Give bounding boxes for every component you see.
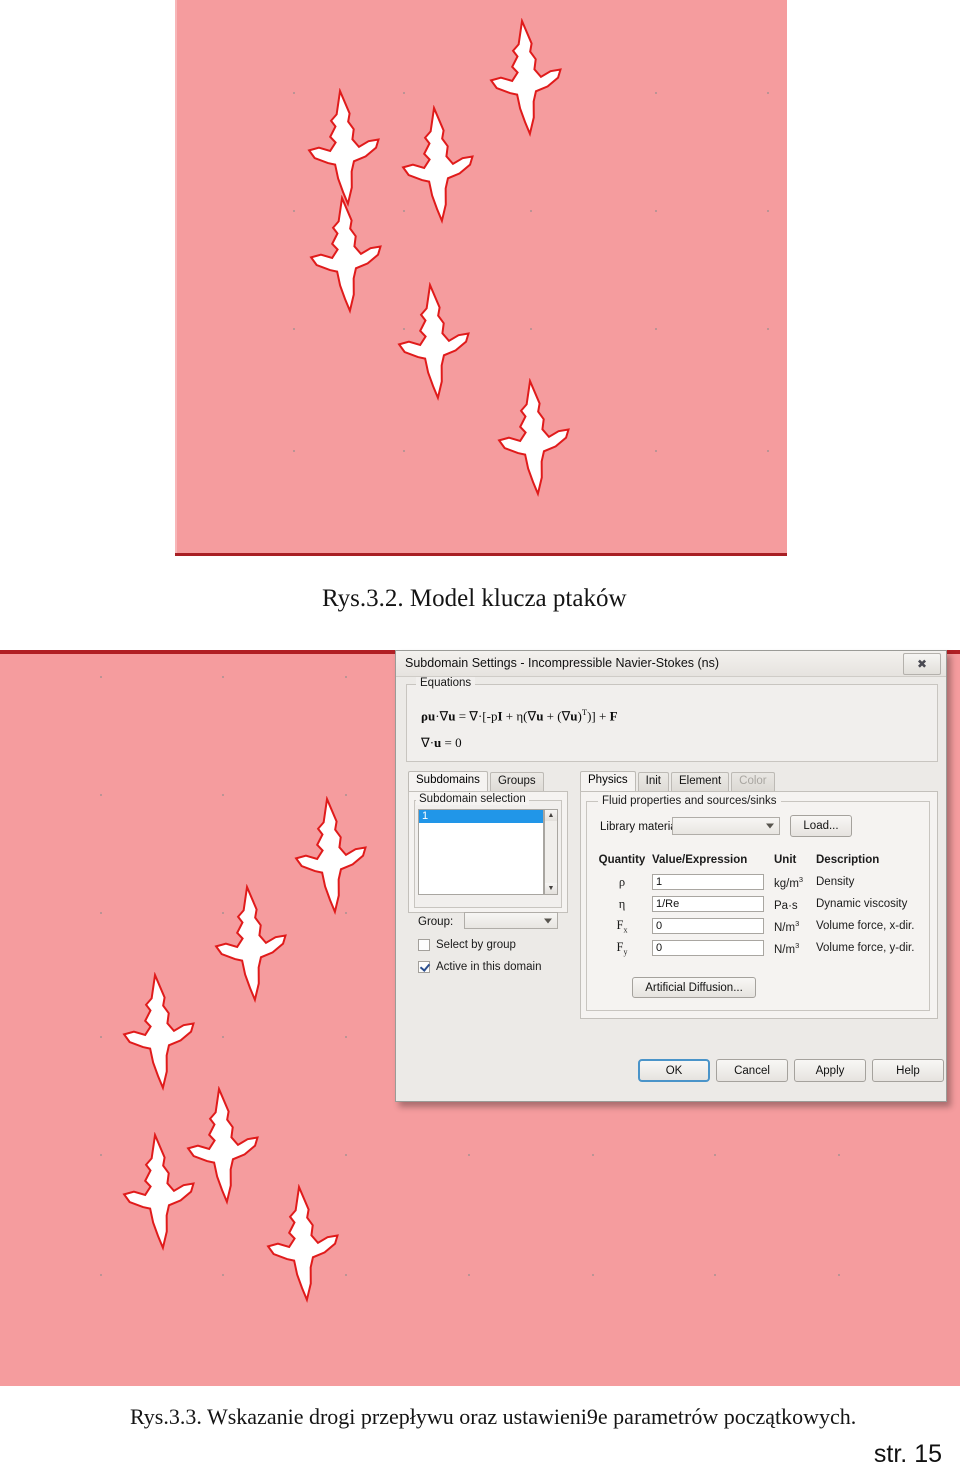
header-description: Description	[816, 854, 880, 866]
group-select[interactable]	[464, 912, 558, 929]
fluid-properties-legend: Fluid properties and sources/sinks	[598, 795, 781, 807]
table-row: ρ kg/m3 Density	[596, 871, 926, 893]
select-by-group-label: Select by group	[436, 939, 516, 951]
table-header-row: Quantity Value/Expression Unit Descripti…	[596, 849, 926, 871]
cancel-button[interactable]: Cancel	[716, 1059, 788, 1082]
subdomain-selection-legend: Subdomain selection	[416, 793, 529, 805]
bird-shape	[206, 881, 294, 1006]
library-material-label: Library material:	[600, 821, 683, 833]
header-unit: Unit	[774, 854, 797, 866]
table-row: Fy N/m3 Volume force, y-dir.	[596, 937, 926, 959]
table-row: Fx N/m3 Volume force, x-dir.	[596, 915, 926, 937]
scroll-up-icon[interactable]: ▲	[545, 810, 557, 821]
quantity-symbol: Fx	[616, 917, 628, 935]
scroll-down-icon[interactable]: ▼	[545, 883, 557, 894]
ok-button[interactable]: OK	[638, 1059, 710, 1082]
quantity-symbol: ρ	[618, 874, 626, 889]
bird-shape	[114, 969, 202, 1094]
figure-bottom-caption: Rys.3.3. Wskazanie drogi przepływu oraz …	[130, 1404, 857, 1429]
description-density: Density	[816, 876, 855, 888]
header-value: Value/Expression	[652, 854, 748, 866]
bird-shape	[299, 85, 387, 210]
figure-top-caption: Rys.3.2. Model klucza ptaków	[322, 585, 627, 612]
chevron-down-icon	[766, 823, 774, 829]
quantity-symbol: η	[618, 896, 626, 911]
active-in-domain-checkbox[interactable]: Active in this domain	[418, 961, 541, 973]
description-force-x: Volume force, x-dir.	[816, 920, 915, 932]
select-by-group-checkbox[interactable]: Select by group	[418, 939, 516, 951]
apply-button[interactable]: Apply	[794, 1059, 866, 1082]
checkbox-icon	[418, 939, 430, 951]
bird-shape	[258, 1181, 346, 1306]
library-material-select[interactable]	[672, 817, 780, 835]
equation-continuity: ∇·u = 0	[421, 735, 462, 750]
bird-shape	[286, 793, 374, 918]
parameters-table: Quantity Value/Expression Unit Descripti…	[596, 849, 926, 959]
bird-shape	[393, 102, 481, 227]
subdomain-list[interactable]: 1	[418, 809, 544, 895]
tab-physics[interactable]: Physics	[580, 771, 636, 791]
close-icon[interactable]: ✖	[903, 653, 941, 675]
bird-shape	[301, 192, 389, 317]
equations-legend: Equations	[416, 677, 476, 689]
bird-shape	[489, 375, 577, 500]
dialog-button-row: OK Cancel Apply Help	[396, 1059, 946, 1089]
equations-group: Equations ρu·∇u = ∇·[-pI + η(∇u + (∇u)T)…	[406, 677, 938, 762]
equation-momentum: ρu·∇u = ∇·[-pI + η(∇u + (∇u)T)] + F	[421, 707, 618, 724]
list-item[interactable]: 1	[419, 810, 543, 823]
active-in-domain-label: Active in this domain	[436, 961, 542, 973]
subdomain-list-scrollbar[interactable]: ▲ ▼	[544, 809, 558, 895]
unit-force-y: N/m3	[774, 940, 800, 956]
density-input[interactable]	[652, 874, 764, 890]
quantity-symbol: Fy	[616, 939, 628, 957]
artificial-diffusion-button[interactable]: Artificial Diffusion...	[632, 977, 756, 998]
dialog-titlebar: Subdomain Settings - Incompressible Navi…	[396, 651, 946, 677]
tab-groups[interactable]: Groups	[489, 772, 544, 791]
load-button[interactable]: Load...	[790, 815, 852, 837]
table-row: η Pa·s Dynamic viscosity	[596, 893, 926, 915]
right-tabstrip: Physics Init Element Color	[580, 771, 777, 791]
tab-init[interactable]: Init	[637, 772, 669, 791]
bird-shape	[389, 279, 477, 404]
bird-shape	[114, 1129, 202, 1254]
help-button[interactable]: Help	[872, 1059, 944, 1082]
page-number: str. 15	[873, 1440, 942, 1468]
figure-bird-model	[175, 0, 787, 556]
volume-force-x-input[interactable]	[652, 918, 764, 934]
description-force-y: Volume force, y-dir.	[816, 942, 915, 954]
unit-force-x: N/m3	[774, 918, 800, 934]
dialog-title: Subdomain Settings - Incompressible Navi…	[405, 656, 720, 670]
chevron-down-icon	[544, 918, 552, 923]
viscosity-input[interactable]	[652, 896, 764, 912]
bird-shape	[481, 15, 569, 140]
tab-subdomains[interactable]: Subdomains	[408, 771, 488, 791]
unit-density: kg/m3	[774, 874, 804, 890]
tab-color: Color	[731, 772, 775, 791]
header-quantity: Quantity	[598, 854, 646, 866]
volume-force-y-input[interactable]	[652, 940, 764, 956]
group-label: Group:	[418, 916, 454, 928]
checkbox-checked-icon	[418, 961, 430, 973]
subdomain-settings-dialog: Subdomain Settings - Incompressible Navi…	[395, 650, 947, 1102]
left-tabstrip: Subdomains Groups	[408, 771, 546, 791]
description-viscosity: Dynamic viscosity	[816, 898, 908, 910]
unit-viscosity: Pa·s	[774, 899, 798, 912]
tab-element[interactable]: Element	[670, 772, 730, 791]
